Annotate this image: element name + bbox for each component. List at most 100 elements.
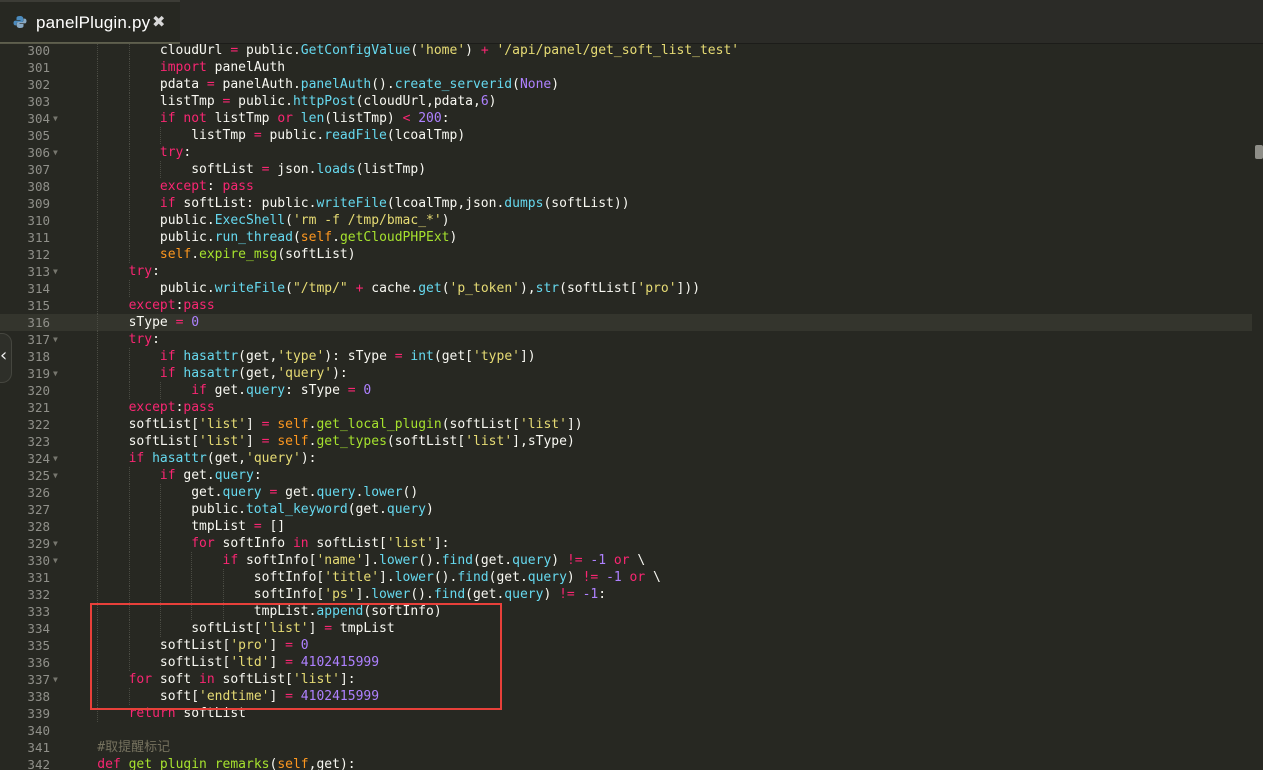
fold-arrow-icon[interactable]: ▼ [53,450,58,467]
code-token: -1 [606,570,622,585]
python-icon [13,16,27,28]
code-token: 'type' [473,349,520,364]
code-line[interactable]: 316 sType = 0 [0,314,1252,331]
code-line[interactable]: 324 ▼ if hasattr(get,'query'): [0,450,1252,467]
code-token: except [128,400,176,415]
code-token: (get, [238,349,278,364]
code-token: httpPost [292,94,356,109]
code-token: lower [371,587,411,602]
code-token: ) [426,502,434,517]
code-line[interactable]: 308 except: pass [0,178,1252,195]
code-line[interactable]: 318 if hasattr(get,'type'): sType = int(g… [0,348,1252,365]
line-number: 303 [27,94,50,109]
indent-guide [128,518,131,535]
code-token: pass [183,400,215,415]
code-text: get.query = get.query.lower() [191,484,418,501]
code-line[interactable]: 320 if get.query: sType = 0 [0,382,1252,399]
code-line[interactable]: 307 softList = json.loads(listTmp) [0,161,1252,178]
indent-guide [222,569,225,586]
indent-guide [97,348,99,365]
code-line[interactable]: 329 ▼ for softInfo in softList['list']: [0,535,1252,552]
file-tab[interactable]: panelPlugin.py ✖ [0,0,180,44]
indent-guide [97,501,99,518]
code-line[interactable]: 313 ▼ try: [0,263,1252,280]
code-text: except:pass [129,297,215,314]
code-text: for softInfo in softList['list']: [191,535,449,552]
code-line[interactable]: 305 listTmp = public.readFile(lcoalTmp) [0,127,1252,144]
code-line[interactable]: 341 #取提醒标记 [0,739,1252,756]
code-token: : [183,145,192,160]
indent-guide [97,365,99,382]
code-line[interactable]: 326 get.query = get.query.lower() [0,484,1252,501]
code-line[interactable]: 321 except:pass [0,399,1252,416]
indent-guide [97,76,99,93]
code-text: softInfo['title'].lower().find(get.query… [254,569,661,586]
sidebar-toggle[interactable]: ‹ [0,333,12,383]
code-line[interactable]: 312 self.expire_msg(softList) [0,246,1252,263]
code-line[interactable]: 315 except:pass [0,297,1252,314]
code-line[interactable]: 332 softInfo['ps'].lower().find(get.query… [0,586,1252,603]
code-token: if [191,383,207,398]
line-number: 307 [27,162,50,177]
code-line[interactable]: 317 ▼ try: [0,331,1252,348]
code-token: ( [285,281,293,296]
indent-guide [159,586,162,603]
code-text: except:pass [129,399,215,416]
fold-arrow-icon[interactable]: ▼ [53,552,58,569]
code-token: softList[ [128,417,200,432]
code-line[interactable]: 303 listTmp = public.httpPost(cloudUrl,pd… [0,93,1252,110]
code-token: 'list' [199,417,247,432]
code-text: import panelAuth [160,59,285,76]
code-line[interactable]: 304 ▼ if not listTmp or len(listTmp) < 200… [0,110,1252,127]
fold-arrow-icon[interactable]: ▼ [53,110,58,127]
indent-guide [97,399,99,416]
code-token: self [277,434,309,449]
fold-arrow-icon[interactable]: ▼ [53,467,58,484]
code-token: ) [449,230,458,245]
fold-arrow-icon[interactable]: ▼ [53,263,58,280]
code-line[interactable]: 314 public.writeFile("/tmp/" + cache.get(… [0,280,1252,297]
code-text: listTmp = public.readFile(lcoalTmp) [191,127,465,144]
code-text: if softList: public.writeFile(lcoalTmp,j… [160,195,630,212]
code-line[interactable]: 330 ▼ if softInfo['name'].lower().find(get… [0,552,1252,569]
code-line[interactable]: 310 public.ExecShell('rm -f /tmp/bmac_*') [0,212,1252,229]
code-token: ) [551,553,567,568]
fold-arrow-icon[interactable]: ▼ [53,365,58,382]
code-token: (listTmp) [355,162,427,177]
indent-guide [159,484,162,501]
code-token: get. [175,468,215,483]
code-line[interactable]: 319 ▼ if hasattr(get,'query'): [0,365,1252,382]
code-token: writeFile [316,196,387,211]
code-token: (). [418,553,442,568]
indent-guide [97,280,99,297]
code-token: (softList)) [543,196,630,211]
fold-arrow-icon[interactable]: ▼ [53,144,58,161]
code-token: ,get): [308,757,356,770]
code-text: self.expire_msg(softList) [160,246,356,263]
code-line[interactable]: 302 pdata = panelAuth.panelAuth().create_… [0,76,1252,93]
fold-arrow-icon[interactable]: ▼ [53,331,58,348]
indent-guide [97,110,99,127]
code-token: (). [410,587,434,602]
code-line[interactable]: 340 [0,722,1252,739]
code-token: lower [394,570,434,585]
code-line[interactable]: 311 public.run_thread(self.getCloudPHPExt… [0,229,1252,246]
code-line[interactable]: 323 softList['list'] = self.get_types(sof… [0,433,1252,450]
code-line[interactable]: 325 ▼ if get.query: [0,467,1252,484]
scrollbar-thumb[interactable] [1255,145,1263,159]
code-line[interactable]: 331 softInfo['title'].lower().find(get.qu… [0,569,1252,586]
code-token: ) [551,77,560,92]
fold-arrow-icon[interactable]: ▼ [53,535,58,552]
code-line[interactable]: 322 softList['list'] = self.get_local_plu… [0,416,1252,433]
fold-arrow-icon[interactable]: ▼ [53,671,58,688]
code-line[interactable]: 300 cloudUrl = public.GetConfigValue('hom… [0,44,1252,59]
close-tab-icon[interactable]: ✖ [152,13,165,31]
indent-guide [159,552,162,569]
indent-guide [97,450,99,467]
code-line[interactable]: 309 if softList: public.writeFile(lcoalTm… [0,195,1252,212]
code-line[interactable]: 306 ▼ try: [0,144,1252,161]
code-line[interactable]: 327 public.total_keyword(get.query) [0,501,1252,518]
code-line[interactable]: 328 tmpList = [] [0,518,1252,535]
code-line[interactable]: 301 import panelAuth [0,59,1252,76]
code-line[interactable]: 342 def get_plugin_remarks(self,get): [0,756,1252,770]
